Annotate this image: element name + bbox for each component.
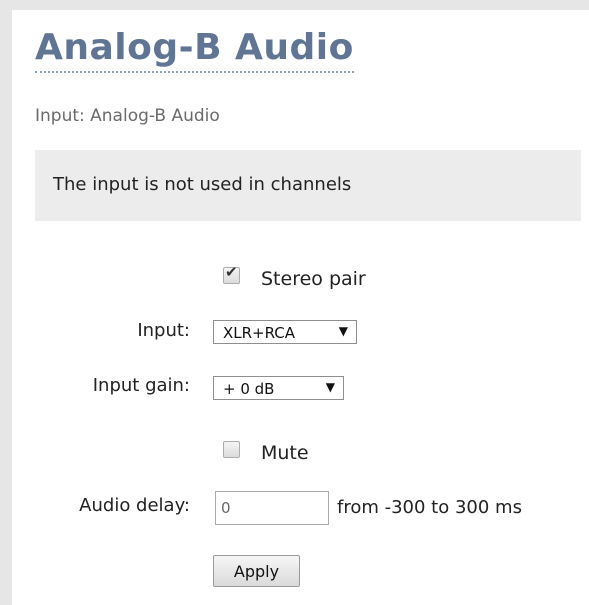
- stereo-pair-label: Stereo pair: [261, 268, 366, 290]
- apply-button[interactable]: Apply: [213, 555, 300, 587]
- input-label: Input:: [137, 320, 190, 341]
- notice-text: The input is not used in channels: [53, 174, 352, 195]
- input-select-value: XLR+RCA: [223, 324, 296, 342]
- input-gain-label: Input gain:: [92, 375, 190, 396]
- audio-delay-label: Audio delay:: [79, 495, 190, 516]
- input-gain-select[interactable]: + 0 dB ▼: [213, 376, 344, 400]
- checkmark-icon: ✔: [225, 263, 238, 281]
- input-gain-select-value: + 0 dB: [223, 380, 275, 398]
- mute-checkbox[interactable]: [223, 441, 240, 458]
- input-select[interactable]: XLR+RCA ▼: [213, 320, 357, 344]
- settings-panel: Analog-B Audio Input: Analog-B Audio The…: [12, 10, 589, 605]
- input-subtitle: Input: Analog-B Audio: [35, 106, 220, 126]
- audio-delay-range: from -300 to 300 ms: [337, 497, 522, 518]
- channel-notice: The input is not used in channels: [35, 150, 581, 221]
- mute-label: Mute: [261, 442, 309, 464]
- page-title: Analog-B Audio: [35, 26, 354, 74]
- chevron-down-icon: ▼: [338, 324, 348, 338]
- audio-delay-input[interactable]: [215, 491, 329, 525]
- stereo-pair-checkbox[interactable]: ✔: [223, 263, 240, 284]
- chevron-down-icon: ▼: [325, 380, 335, 394]
